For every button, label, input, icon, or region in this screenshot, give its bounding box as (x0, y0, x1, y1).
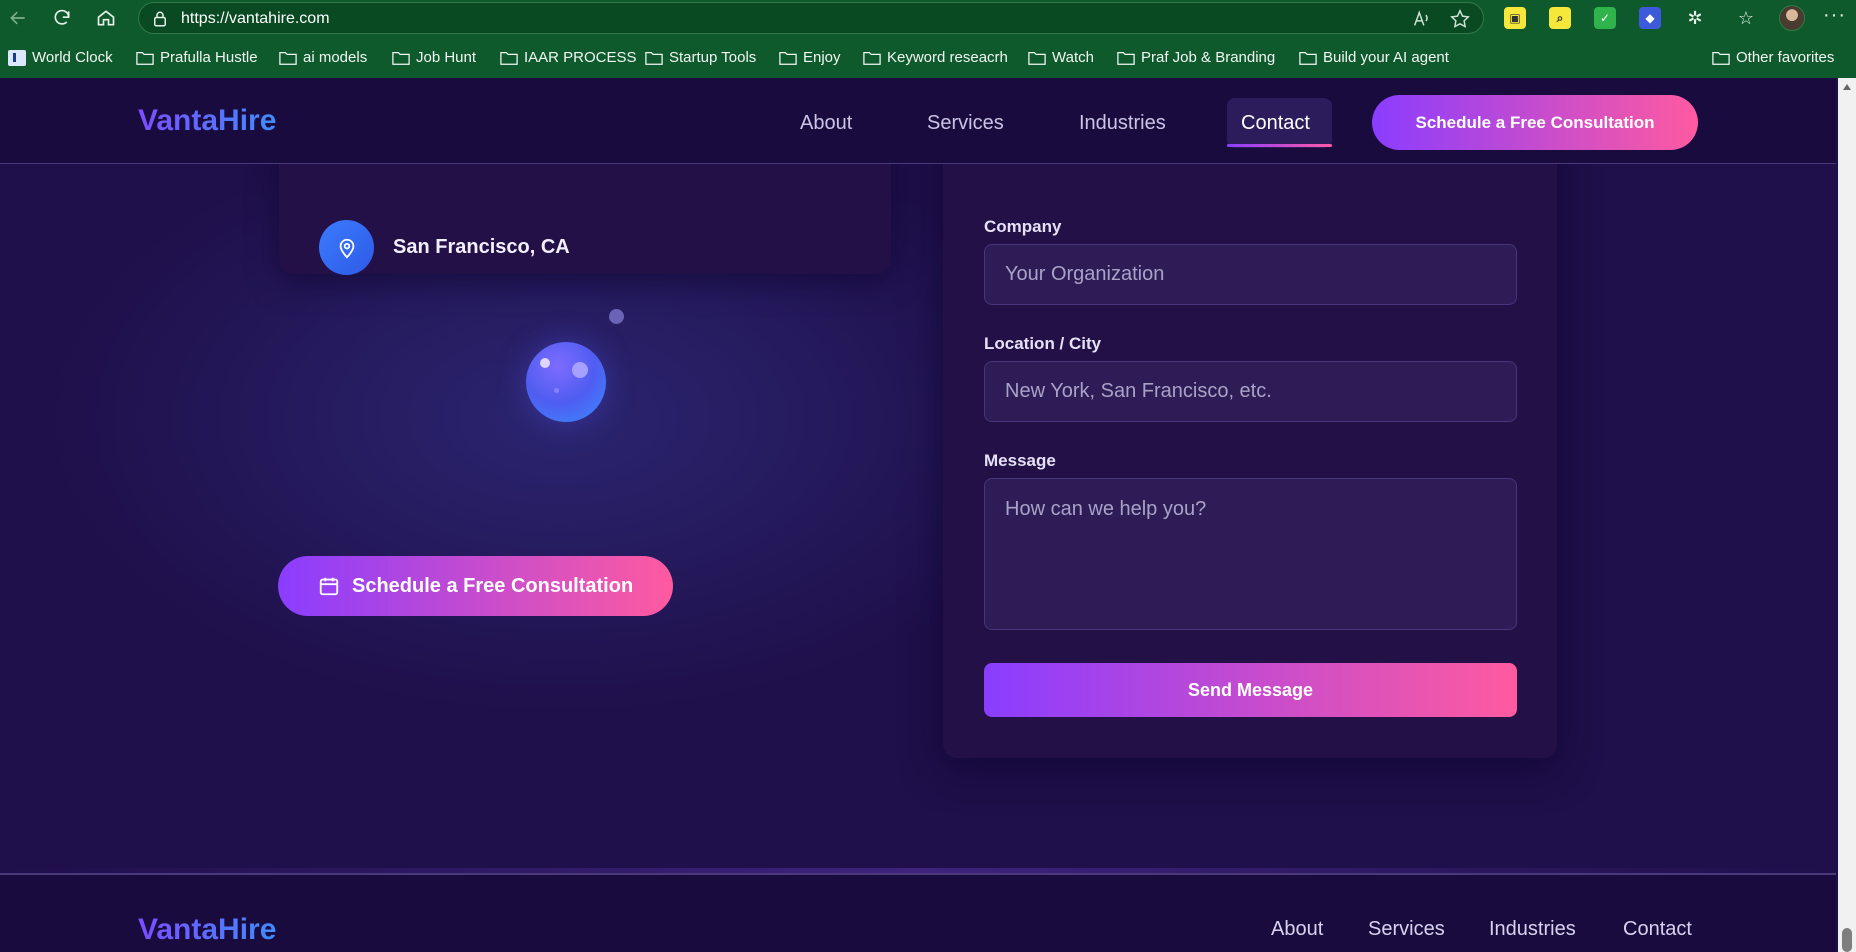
folder-icon (500, 51, 518, 65)
site-header: VantaHire About Services Industries Cont… (0, 78, 1836, 164)
folder-icon (645, 51, 663, 65)
schedule-consultation-label: Schedule a Free Consultation (352, 574, 634, 597)
bookmark-folder[interactable]: Job Hunt (392, 49, 476, 66)
message-textarea[interactable]: How can we help you? (984, 478, 1517, 630)
bookmark-folder[interactable]: Keyword reseacrh (863, 49, 1008, 66)
bookmark-folder[interactable]: Enjoy (779, 49, 841, 66)
message-label: Message (984, 451, 1056, 470)
footer-logo[interactable]: VantaHire (138, 913, 276, 947)
extension-search-icon[interactable]: ⌕ (1549, 7, 1571, 29)
folder-icon (779, 51, 797, 65)
footer-nav-about[interactable]: About (1271, 918, 1323, 941)
reload-icon[interactable] (50, 6, 74, 30)
header-consultation-button[interactable]: Schedule a Free Consultation (1372, 95, 1698, 150)
send-message-button[interactable]: Send Message (984, 663, 1517, 717)
folder-icon (1299, 51, 1317, 65)
decorative-dot (609, 309, 624, 324)
profile-avatar[interactable] (1779, 5, 1805, 31)
bookmark-folder[interactable]: ai models (279, 49, 367, 66)
footer-nav-industries[interactable]: Industries (1489, 918, 1576, 941)
page-scrollbar[interactable] (1838, 78, 1856, 952)
folder-icon (863, 51, 881, 65)
location-input[interactable]: New York, San Francisco, etc. (984, 361, 1517, 422)
more-options-icon[interactable]: ··· (1823, 4, 1846, 27)
browser-toolbar: https://vantahire.com ▣ ⌕ ✓ ◆ ✲ ☆ ··· (0, 0, 1856, 36)
folder-icon (1117, 51, 1135, 65)
folder-icon (392, 51, 410, 65)
nav-industries[interactable]: Industries (1079, 112, 1166, 135)
bookmark-folder[interactable]: IAAR PROCESS (500, 49, 637, 66)
location-label: Location / City (984, 334, 1102, 353)
bookmark-folder[interactable]: Build your AI agent (1299, 49, 1449, 66)
extension-check-icon[interactable]: ✓ (1594, 7, 1616, 29)
location-text: San Francisco, CA (393, 236, 570, 258)
footer-nav-contact[interactable]: Contact (1623, 918, 1692, 941)
bookmarks-bar: World Clock Prafulla Hustle ai models Jo… (0, 36, 1856, 78)
site-footer: VantaHire About Services Industries Cont… (0, 875, 1836, 952)
company-input[interactable]: Your Organization (984, 244, 1517, 305)
site-logo[interactable]: VantaHire (138, 104, 276, 138)
favorite-star-icon[interactable] (1449, 8, 1471, 30)
nav-contact[interactable]: Contact (1241, 112, 1310, 135)
address-bar[interactable]: https://vantahire.com (138, 2, 1484, 34)
favorites-list-icon[interactable]: ☆ (1735, 7, 1757, 29)
lock-icon (154, 11, 166, 27)
nav-about[interactable]: About (800, 112, 852, 135)
decorative-orb (526, 342, 606, 422)
bookmark-folder[interactable]: Startup Tools (645, 49, 756, 66)
company-label: Company (984, 217, 1062, 236)
url-text[interactable]: https://vantahire.com (181, 10, 330, 28)
calendar-icon (319, 577, 339, 596)
bookmark-folder[interactable]: Watch (1028, 49, 1094, 66)
bookmark-other-favorites[interactable]: Other favorites (1712, 49, 1834, 66)
bookmark-folder[interactable]: Prafulla Hustle (136, 49, 258, 66)
scroll-thumb[interactable] (1842, 928, 1852, 952)
folder-icon (1712, 51, 1730, 65)
back-arrow-icon[interactable] (6, 6, 30, 30)
read-aloud-icon[interactable] (1411, 8, 1433, 30)
folder-icon (1028, 51, 1046, 65)
bookmark-folder[interactable]: Praf Job & Branding (1117, 49, 1275, 66)
nav-active-underline (1227, 144, 1332, 147)
home-icon[interactable] (94, 6, 118, 30)
location-pin-icon (319, 220, 374, 275)
clock-icon (8, 49, 26, 66)
extension-camera-icon[interactable]: ▣ (1504, 7, 1526, 29)
scroll-up-arrow-icon[interactable] (1843, 84, 1851, 90)
folder-icon (136, 51, 154, 65)
nav-services[interactable]: Services (927, 112, 1004, 135)
schedule-consultation-button[interactable]: Schedule a Free Consultation (278, 556, 673, 616)
folder-icon (279, 51, 297, 65)
footer-nav-services[interactable]: Services (1368, 918, 1445, 941)
extension-cube-icon[interactable]: ◆ (1639, 7, 1661, 29)
web-page: San Francisco, CA Schedule a Free Consul… (0, 78, 1856, 952)
extensions-puzzle-icon[interactable]: ✲ (1684, 7, 1706, 29)
bookmark-world-clock[interactable]: World Clock (8, 49, 113, 66)
